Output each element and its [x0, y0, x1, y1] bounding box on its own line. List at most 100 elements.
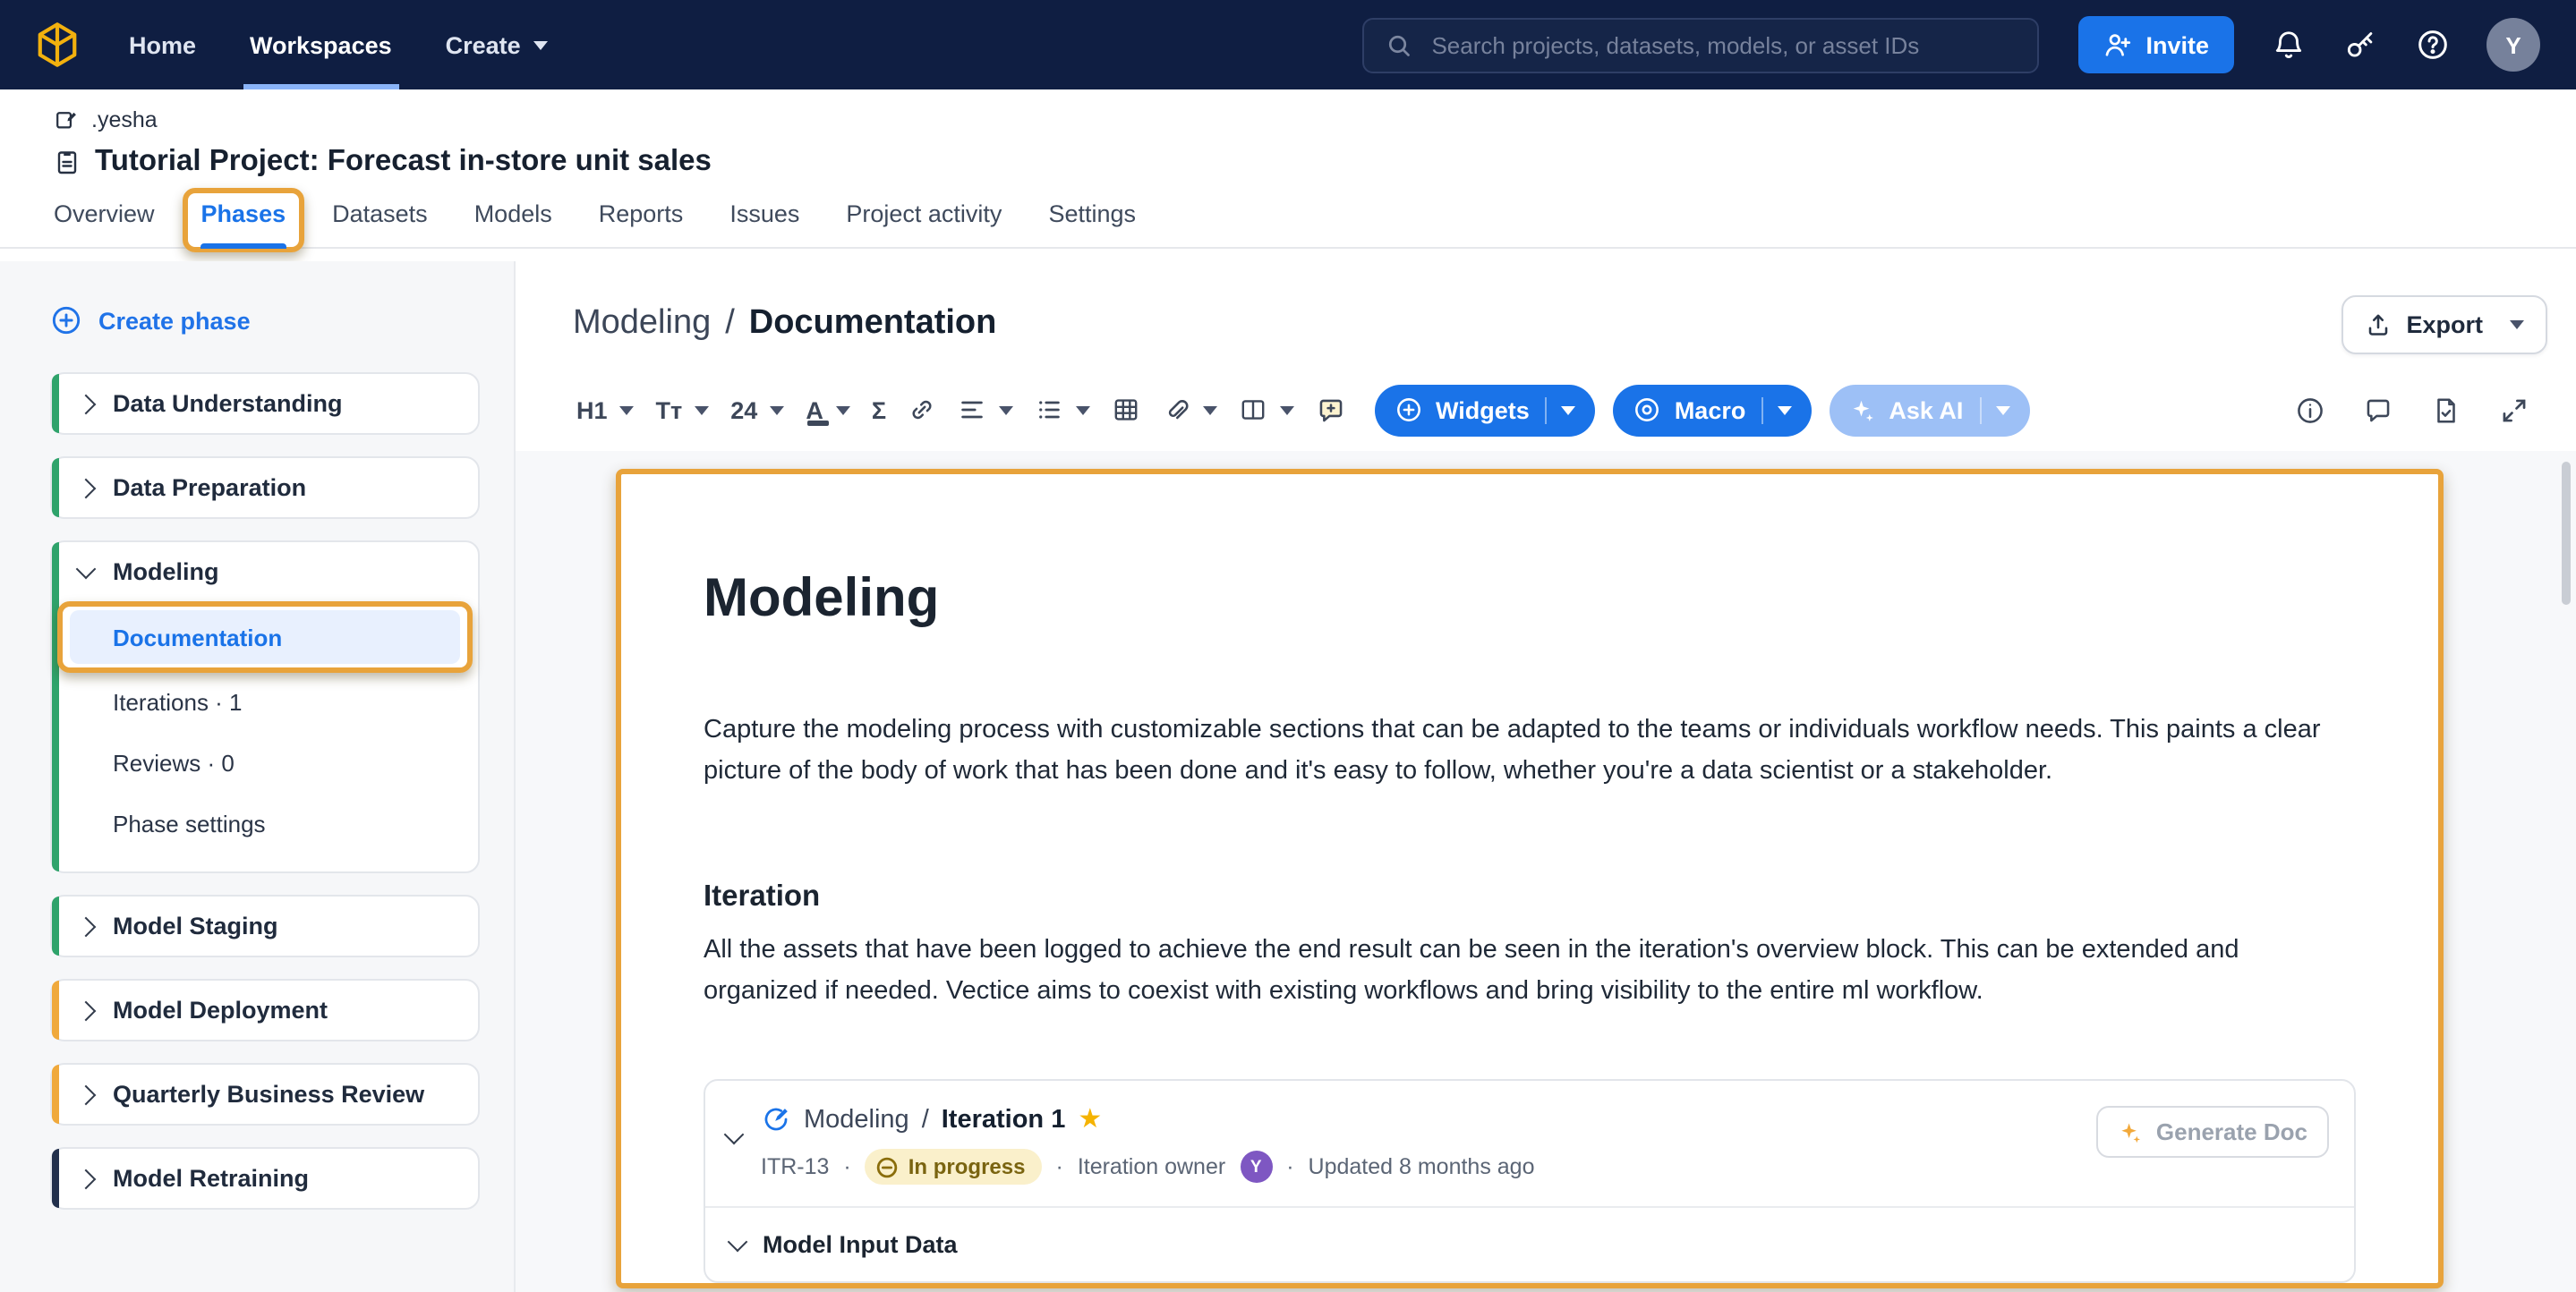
help-icon[interactable]: [2415, 27, 2451, 63]
api-key-icon[interactable]: [2343, 28, 2377, 62]
export-button[interactable]: Export: [2341, 294, 2547, 353]
model-input-data-section[interactable]: Model Input Data: [705, 1206, 2354, 1281]
phase-accent: [52, 897, 59, 956]
chevron-down-icon: [999, 405, 1013, 414]
search-input[interactable]: [1428, 30, 2015, 60]
workspace-breadcrumb[interactable]: .yesha: [54, 107, 2576, 132]
sidebar-item-iterations[interactable]: Iterations · 1: [70, 671, 460, 732]
widgets-label: Widgets: [1436, 396, 1530, 423]
owner-avatar[interactable]: Y: [1240, 1151, 1272, 1183]
dot-separator: ·: [1286, 1154, 1293, 1179]
sidebar-item-reviews[interactable]: Reviews · 0: [70, 732, 460, 793]
create-phase-button[interactable]: Create phase: [50, 293, 514, 347]
table-button[interactable]: [1101, 388, 1151, 431]
editor-toolbar: H1 Tт 24 A Σ: [516, 354, 2576, 451]
generate-doc-button[interactable]: Generate Doc: [2097, 1106, 2329, 1158]
sidebar-item-data-preparation[interactable]: Data Preparation: [50, 456, 480, 519]
iteration-parent[interactable]: Modeling: [804, 1105, 909, 1134]
tab-issues[interactable]: Issues: [729, 200, 799, 247]
star-icon[interactable]: ★: [1078, 1106, 1102, 1133]
tab-reports[interactable]: Reports: [599, 200, 684, 247]
font-size-button[interactable]: 24: [720, 389, 795, 430]
phase-accent: [52, 1065, 59, 1124]
comments-icon[interactable]: [2363, 395, 2393, 425]
macro-button[interactable]: Macro: [1614, 384, 1813, 436]
font-size-value: 24: [730, 396, 757, 423]
iteration-breadcrumb: Modeling / Iteration 1 ★: [761, 1104, 1535, 1135]
sigma-icon: Σ: [872, 396, 886, 423]
user-avatar[interactable]: Y: [2486, 18, 2540, 72]
heading-style-button[interactable]: H1: [566, 389, 645, 430]
notifications-bell-icon[interactable]: [2272, 28, 2306, 62]
export-label: Export: [2406, 310, 2483, 337]
pill-divider: [1979, 396, 1981, 423]
phase-label: Data Understanding: [113, 390, 343, 417]
sidebar-item-model-deployment[interactable]: Model Deployment: [50, 979, 480, 1041]
doc-check-icon[interactable]: [2431, 395, 2461, 425]
chevron-down-icon: [1203, 405, 1217, 414]
sidebar-item-phase-settings[interactable]: Phase settings: [70, 793, 460, 854]
list-button[interactable]: [1024, 388, 1101, 431]
chevron-right-icon: [76, 478, 97, 498]
vertical-scrollbar[interactable]: [2562, 462, 2571, 605]
tab-project-activity[interactable]: Project activity: [846, 200, 1002, 247]
tab-models[interactable]: Models: [474, 200, 552, 247]
chevron-down-icon: [836, 405, 850, 414]
sparkle-icon: [2119, 1119, 2144, 1144]
iteration-id: ITR-13: [761, 1154, 829, 1179]
chevron-down-icon: [770, 405, 784, 414]
tab-overview[interactable]: Overview: [54, 200, 155, 247]
phase-accent: [52, 458, 59, 517]
nav-item-create[interactable]: Create: [446, 0, 548, 89]
document-intro: Capture the modeling process with custom…: [704, 710, 2356, 791]
chevron-right-icon: [76, 916, 97, 937]
nav-item-home[interactable]: Home: [129, 0, 196, 89]
nav-home-label: Home: [129, 31, 196, 58]
link-button[interactable]: [897, 388, 947, 431]
sidebar-item-model-staging[interactable]: Model Staging: [50, 895, 480, 957]
sidebar-item-model-retraining[interactable]: Model Retraining: [50, 1147, 480, 1210]
tab-phases[interactable]: Phases: [201, 200, 286, 247]
ask-ai-button[interactable]: Ask AI: [1830, 384, 2029, 436]
chevron-down-icon[interactable]: [724, 1125, 745, 1145]
phase-label: Quarterly Business Review: [113, 1081, 424, 1108]
add-comment-button[interactable]: [1305, 387, 1357, 432]
invite-label: Invite: [2145, 31, 2209, 58]
sidebar-item-modeling[interactable]: Modeling Documentation Iterations · 1 Re…: [50, 540, 480, 873]
sidebar-item-quarterly-business-review[interactable]: Quarterly Business Review: [50, 1063, 480, 1126]
phase-label: Model Staging: [113, 913, 278, 939]
chevron-down-icon: [2510, 319, 2524, 328]
info-icon[interactable]: [2295, 395, 2325, 425]
iteration-name: Iteration 1: [942, 1105, 1066, 1134]
global-search[interactable]: [1361, 17, 2038, 72]
document-page[interactable]: Modeling Capture the modeling process wi…: [616, 469, 2444, 1288]
bullet-list-icon: [1035, 395, 1063, 424]
font-family-button[interactable]: Tт: [645, 389, 721, 430]
align-button[interactable]: [947, 388, 1024, 431]
app-root: Home Workspaces Create Invite: [0, 0, 2576, 1292]
iteration-card-header[interactable]: Modeling / Iteration 1 ★ ITR-13 ·: [705, 1081, 2354, 1206]
macro-label: Macro: [1675, 396, 1746, 423]
sidebar-item-documentation[interactable]: Documentation: [70, 610, 460, 664]
breadcrumb-parent[interactable]: Modeling: [573, 304, 711, 344]
chevron-right-icon: [76, 1084, 97, 1105]
attachment-button[interactable]: [1151, 388, 1228, 431]
widgets-button[interactable]: Widgets: [1375, 384, 1596, 436]
breadcrumb: Modeling / Documentation: [573, 304, 996, 344]
text-color-button[interactable]: A: [795, 389, 861, 430]
tab-settings[interactable]: Settings: [1048, 200, 1136, 247]
phase-label: Model Deployment: [113, 997, 328, 1024]
layout-columns-button[interactable]: [1228, 388, 1305, 431]
equation-button[interactable]: Σ: [861, 389, 897, 430]
updated-timestamp: Updated 8 months ago: [1309, 1154, 1535, 1179]
tab-datasets[interactable]: Datasets: [332, 200, 428, 247]
fullscreen-icon[interactable]: [2499, 395, 2529, 425]
text-color-label: A: [806, 396, 823, 423]
vectice-logo-icon[interactable]: [32, 20, 82, 70]
document-section-body: All the assets that have been logged to …: [704, 931, 2356, 1011]
nav-item-workspaces[interactable]: Workspaces: [250, 0, 392, 89]
owner-label: Iteration owner: [1078, 1154, 1225, 1179]
sidebar-item-data-understanding[interactable]: Data Understanding: [50, 372, 480, 435]
ask-ai-label: Ask AI: [1889, 396, 1963, 423]
invite-button[interactable]: Invite: [2077, 16, 2234, 73]
